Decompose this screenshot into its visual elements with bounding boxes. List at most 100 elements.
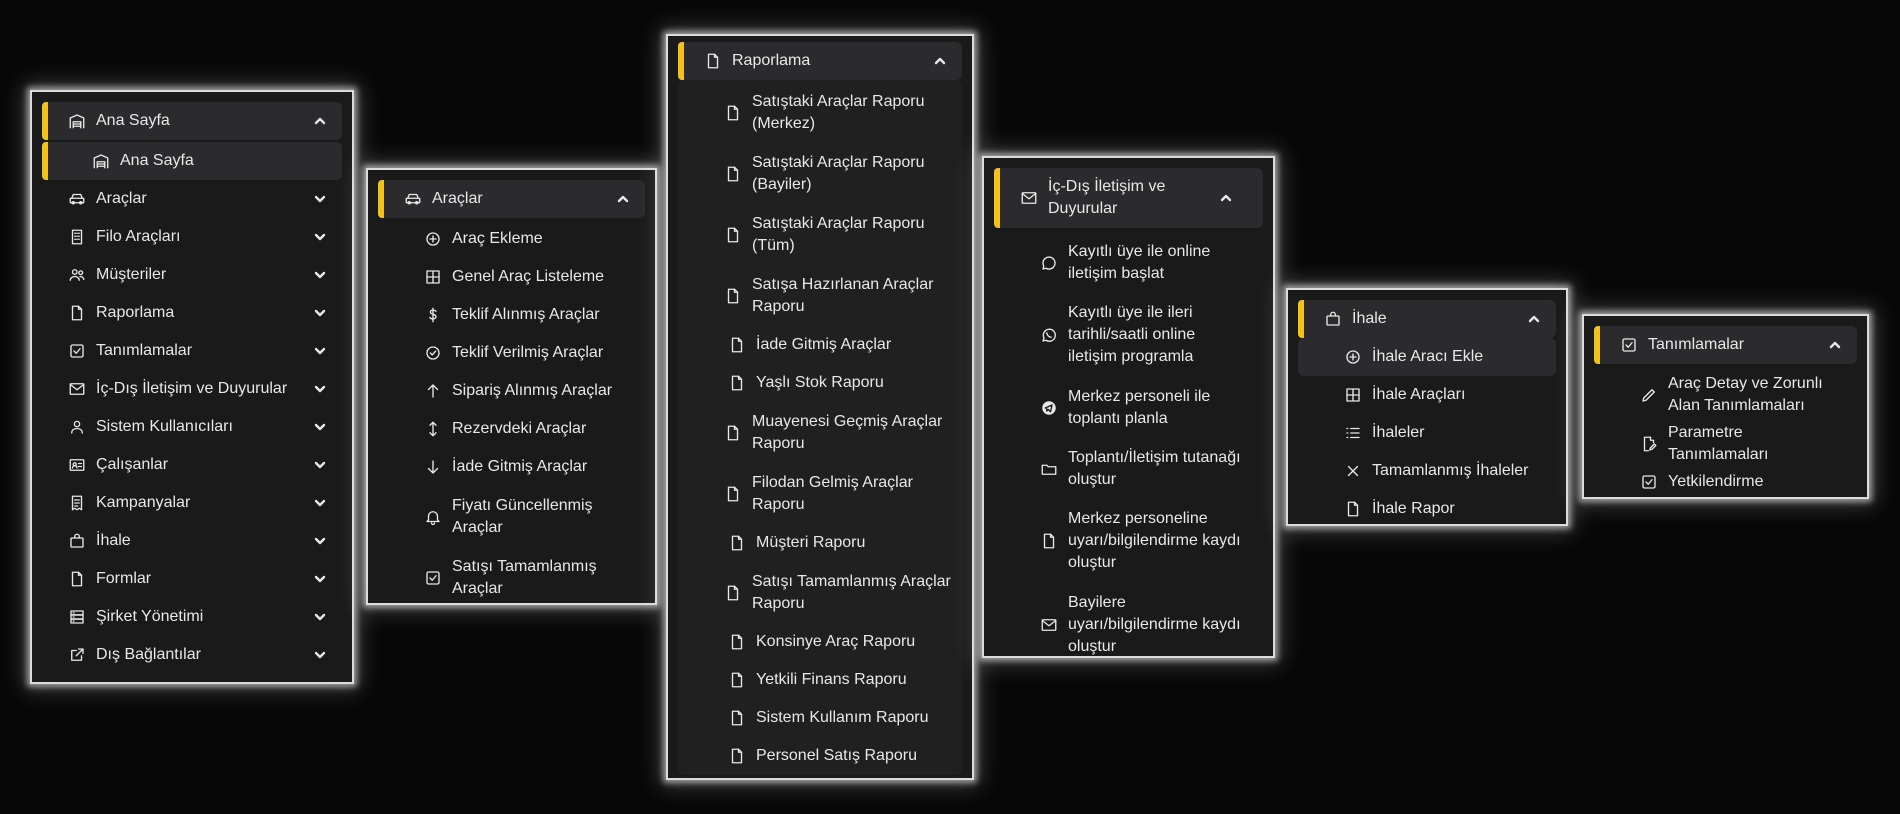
submenu-item[interactable]: Sistem Kullanım Raporu <box>678 699 962 737</box>
submenu-item[interactable]: Personel Satış Raporu <box>678 737 962 775</box>
submenu-item[interactable]: İhale Rapor <box>1298 490 1556 528</box>
submenu-item[interactable]: Müşteri Raporu <box>678 524 962 562</box>
file-icon <box>722 224 744 246</box>
submenu-item-label: Konsinye Araç Raporu <box>756 633 916 650</box>
sidebar-item-iletisim[interactable]: İç-Dış İletişim ve Duyurular <box>42 370 342 408</box>
chevron-down-icon[interactable] <box>312 457 328 473</box>
chevron-up-icon[interactable] <box>932 53 948 69</box>
submenu-item-label: Tamamlanmış İhaleler <box>1372 462 1529 479</box>
chevron-up-icon[interactable] <box>1218 190 1234 206</box>
submenu-item[interactable]: Konsinye Araç Raporu <box>678 623 962 661</box>
submenu-item[interactable]: Kayıtlı üye ile ileri tarihli/saatli onl… <box>994 293 1263 377</box>
chevron-down-icon[interactable] <box>312 647 328 663</box>
chevron-down-icon[interactable] <box>312 305 328 321</box>
sidebar-item-sirket-yonetimi[interactable]: Şirket Yönetimi <box>42 598 342 636</box>
sidebar-item-dis-baglantilar[interactable]: Dış Bağlantılar <box>42 636 342 674</box>
submenu-panel-iletisim: İç-Dış İletişim ve Duyurular Kayıtlı üye… <box>982 156 1275 658</box>
sidebar-item-calisanlar[interactable]: Çalışanlar <box>42 446 342 484</box>
file-icon <box>66 302 88 324</box>
submenu-header-tanimlamalar[interactable]: Tanımlamalar <box>1594 326 1857 364</box>
submenu-item-label: Satıştaki Araçlar Raporu (Bayiler) <box>752 153 925 193</box>
sidebar-item-tanimlamalar[interactable]: Tanımlamalar <box>42 332 342 370</box>
submenu-item[interactable]: Fiyatı Güncellenmiş Araçlar <box>378 486 645 547</box>
file-icon <box>66 568 88 590</box>
submenu-item[interactable]: Satıştaki Araçlar Raporu (Tüm) <box>678 204 962 265</box>
sidebar-item-formlar[interactable]: Formlar <box>42 560 342 598</box>
sidebar-item-ihale[interactable]: İhale <box>42 522 342 560</box>
submenu-item[interactable]: Araç Ekleme <box>378 220 645 258</box>
chevron-down-icon[interactable] <box>312 267 328 283</box>
submenu-item-label: Araç Detay ve Zorunlı Alan Tanımlamaları <box>1668 374 1823 414</box>
submenu-item[interactable]: Teklif Verilmiş Araçlar <box>378 334 645 372</box>
sidebar-item-musteriler[interactable]: Müşteriler <box>42 256 342 294</box>
arrows-vertical-icon <box>422 418 444 440</box>
chevron-down-icon[interactable] <box>312 495 328 511</box>
submenu-item[interactable]: Sipariş Alınmış Araçlar <box>378 372 645 410</box>
submenu-item[interactable]: Yetkili Finans Raporu <box>678 661 962 699</box>
chevron-down-icon[interactable] <box>312 609 328 625</box>
check-square-icon <box>422 567 444 589</box>
sidebar-item-kampanyalar[interactable]: Kampanyalar <box>42 484 342 522</box>
submenu-item[interactable]: Teklif Alınmış Araçlar <box>378 296 645 334</box>
chevron-down-icon[interactable] <box>312 229 328 245</box>
submenu-item-label: İhaleler <box>1372 424 1425 441</box>
submenu-item[interactable]: Muayenesi Geçmiş Araçlar Raporu <box>678 402 962 463</box>
submenu-header-araclar[interactable]: Araçlar <box>378 180 645 218</box>
chevron-down-icon[interactable] <box>312 571 328 587</box>
sidebar-item-filo-araclari[interactable]: Filo Araçları <box>42 218 342 256</box>
mail-icon <box>1018 187 1040 209</box>
mail-icon <box>66 378 88 400</box>
submenu-item-label: Yetkili Finans Raporu <box>756 671 907 688</box>
sidebar-item-araclar[interactable]: Araçlar <box>42 180 342 218</box>
submenu-item[interactable]: Merkez personeline uyarı/bilgilendirme k… <box>994 499 1263 583</box>
file-icon <box>722 483 744 505</box>
submenu-header-iletisim[interactable]: İç-Dış İletişim ve Duyurular <box>994 168 1263 228</box>
submenu-item[interactable]: Satışa Hazırlanan Araçlar Raporu <box>678 265 962 326</box>
sidebar-item-ana-sayfa[interactable]: Ana Sayfa <box>42 102 342 140</box>
id-card-icon <box>66 454 88 476</box>
submenu-item[interactable]: İhale Araçları <box>1298 376 1556 414</box>
file-icon <box>726 745 748 767</box>
submenu-item[interactable]: Merkez personeli ile toplantı planla <box>994 377 1263 438</box>
submenu-item[interactable]: İade Gitmiş Araçlar <box>678 326 962 364</box>
chevron-down-icon[interactable] <box>312 343 328 359</box>
submenu-header-ihale[interactable]: İhale <box>1298 300 1556 338</box>
sidebar-item-label: Ana Sayfa <box>96 112 170 129</box>
submenu-item[interactable]: Araç Detay ve Zorunlı Alan Tanımlamaları <box>1594 364 1857 425</box>
chevron-up-icon[interactable] <box>1827 337 1843 353</box>
submenu-item[interactable]: Bayilere uyarı/bilgilendirme kaydı oluşt… <box>994 583 1263 667</box>
sidebar-item-sistem-kullanicilari[interactable]: Sistem Kullanıcıları <box>42 408 342 446</box>
submenu-item[interactable]: Parametre Tanımlamaları <box>1594 424 1857 463</box>
file-icon <box>722 285 744 307</box>
chevron-down-icon[interactable] <box>312 533 328 549</box>
submenu-item[interactable]: Yaşlı Stok Raporu <box>678 364 962 402</box>
submenu-item[interactable]: Yetkilendirme <box>1594 463 1857 501</box>
submenu-item-label: Genel Araç Listeleme <box>452 268 605 285</box>
submenu-item[interactable]: Rezervdeki Araçlar <box>378 410 645 448</box>
submenu-item[interactable]: Filodan Gelmiş Araçlar Raporu <box>678 463 962 524</box>
submenu-item[interactable]: Satışı Tamamlanmış Araçlar <box>378 547 645 608</box>
plus-circle-icon <box>422 228 444 250</box>
submenu-item[interactable]: Satıştaki Araçlar Raporu (Merkez) <box>678 82 962 143</box>
submenu-item[interactable]: Tamamlanmış İhaleler <box>1298 452 1556 490</box>
submenu-item[interactable]: İade Gitmiş Araçlar <box>378 448 645 486</box>
submenu-item[interactable]: Satıştaki Araçlar Raporu (Bayiler) <box>678 143 962 204</box>
chevron-up-icon[interactable] <box>1526 311 1542 327</box>
sidebar-item-raporlama[interactable]: Raporlama <box>42 294 342 332</box>
submenu-item[interactable]: Genel Araç Listeleme <box>378 258 645 296</box>
submenu-item[interactable]: İhaleler <box>1298 414 1556 452</box>
submenu-item-label: Yaşlı Stok Raporu <box>756 374 884 391</box>
chevron-up-icon[interactable] <box>312 113 328 129</box>
bell-icon <box>422 506 444 528</box>
submenu-item[interactable]: Toplantı/İletişim tutanağı oluştur <box>994 438 1263 499</box>
sidebar-subitem-ana-sayfa[interactable]: Ana Sayfa <box>42 142 342 180</box>
chevron-down-icon[interactable] <box>312 419 328 435</box>
submenu-item[interactable]: Kayıtlı üye ile online iletişim başlat <box>994 232 1263 293</box>
chevron-down-icon[interactable] <box>312 191 328 207</box>
submenu-item[interactable]: Satışı Tamamlanmış Araçlar Raporu <box>678 562 962 623</box>
chevron-up-icon[interactable] <box>615 191 631 207</box>
chevron-down-icon[interactable] <box>312 381 328 397</box>
submenu-item-label: Fiyatı Güncellenmiş Araçlar <box>452 496 593 536</box>
submenu-item[interactable]: İhale Aracı Ekle <box>1298 338 1556 376</box>
submenu-header-raporlama[interactable]: Raporlama <box>678 42 962 80</box>
